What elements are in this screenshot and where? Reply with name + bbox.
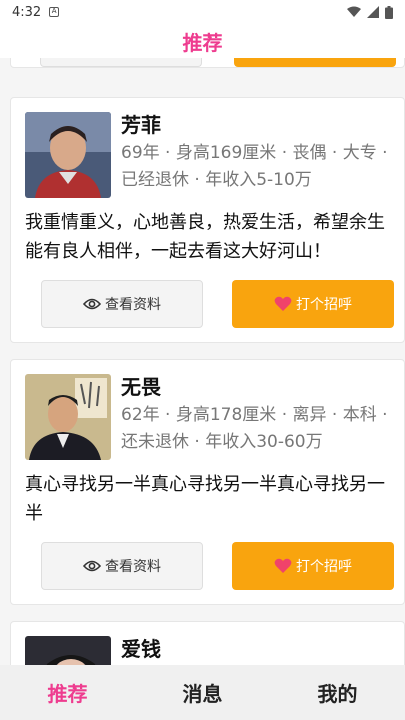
heart-icon	[274, 296, 292, 311]
heart-icon	[274, 558, 292, 573]
tab-messages[interactable]: 消息	[135, 678, 270, 707]
status-bar: 4:32 A	[0, 0, 405, 24]
greet-label: 打个招呼	[296, 297, 352, 313]
greet-button[interactable]: 打个招呼	[232, 542, 394, 590]
greet-button[interactable]: 打个招呼	[232, 280, 394, 328]
battery-icon	[385, 5, 393, 19]
profile-card[interactable]: 芳菲 69年 · 身高169厘米 · 丧偶 · 大专 · 已经退休 · 年收入5…	[10, 97, 405, 343]
signal-icon	[367, 6, 379, 18]
sim-card-icon: A	[49, 7, 60, 17]
tab-recommend[interactable]: 推荐	[0, 678, 135, 707]
wifi-icon	[347, 6, 361, 17]
greet-label: 打个招呼	[296, 559, 352, 575]
previous-card-remnant	[10, 58, 405, 68]
view-profile-label: 查看资料	[105, 297, 161, 313]
view-profile-button[interactable]: 查看资料	[41, 280, 203, 328]
status-time: 4:32	[12, 4, 42, 20]
profile-intro: 真心寻找另一半真心寻找另一半真心寻找另一半	[25, 474, 385, 524]
avatar[interactable]	[25, 374, 111, 460]
avatar[interactable]	[25, 112, 111, 198]
view-profile-button[interactable]: 查看资料	[41, 542, 203, 590]
tab-mine[interactable]: 我的	[270, 678, 405, 707]
profile-feed[interactable]: 芳菲 69年 · 身高169厘米 · 丧偶 · 大专 · 已经退休 · 年收入5…	[0, 58, 405, 665]
bottom-tab-bar: 推荐 消息 我的	[0, 665, 405, 720]
profile-intro: 我重情重义，心地善良，热爱生活，希望余生能有良人相伴，一起去看这大好河山！	[25, 212, 385, 262]
page-title: 推荐	[182, 30, 223, 55]
profile-name: 无畏	[121, 375, 161, 399]
profile-meta: 69年 · 身高169厘米 · 丧偶 · 大专 · 已经退休 · 年收入5-10…	[121, 143, 388, 190]
view-profile-label: 查看资料	[105, 559, 161, 575]
profile-card[interactable]: 无畏 62年 · 身高178厘米 · 离异 · 本科 · 还未退休 · 年收入3…	[10, 359, 405, 605]
previous-greet-button[interactable]	[234, 58, 396, 67]
profile-name: 芳菲	[121, 113, 161, 137]
profile-meta: 62年 · 身高178厘米 · 离异 · 本科 · 还未退休 · 年收入30-6…	[121, 405, 388, 452]
top-bar: 推荐	[0, 24, 405, 58]
avatar[interactable]	[25, 636, 111, 665]
previous-view-button[interactable]	[40, 58, 202, 67]
eye-icon	[83, 560, 101, 572]
eye-icon	[83, 298, 101, 310]
profile-name: 爱钱	[121, 637, 161, 661]
profile-card[interactable]: 爱钱	[10, 621, 405, 665]
